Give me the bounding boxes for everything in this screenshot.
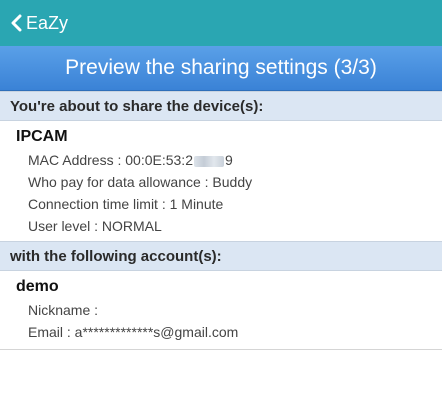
account-block: demo Nickname : Email : a*************s@… xyxy=(0,271,442,347)
connection-time-limit: Connection time limit : 1 Minute xyxy=(28,196,224,212)
account-name: demo xyxy=(16,278,59,295)
email: Email : a*************s@gmail.com xyxy=(28,324,239,340)
page-title: Preview the sharing settings (3/3) xyxy=(0,46,442,91)
account-section-header: with the following account(s): xyxy=(0,241,442,271)
mac-address-suffix: 9 xyxy=(224,152,233,168)
back-label: EaZy xyxy=(26,12,69,33)
mac-address-prefix: MAC Address : 00:0E:53:2 xyxy=(28,152,193,168)
device-block: IPCAM MAC Address : 00:0E:53:2 9 Who pay … xyxy=(0,121,442,241)
device-name: IPCAM xyxy=(16,128,68,145)
redacted-mask xyxy=(193,155,224,167)
chevron-left-icon xyxy=(11,14,22,32)
data-allowance: Who pay for data allowance : Buddy xyxy=(28,174,253,190)
mac-address: MAC Address : 00:0E:53:2 9 xyxy=(16,149,442,171)
device-section-header: You're about to share the device(s): xyxy=(0,91,442,121)
nickname: Nickname : xyxy=(28,302,99,318)
top-bar: EaZy xyxy=(0,0,442,46)
back-button[interactable]: EaZy xyxy=(0,0,78,46)
user-level: User level : NORMAL xyxy=(28,218,162,234)
divider xyxy=(0,349,442,350)
